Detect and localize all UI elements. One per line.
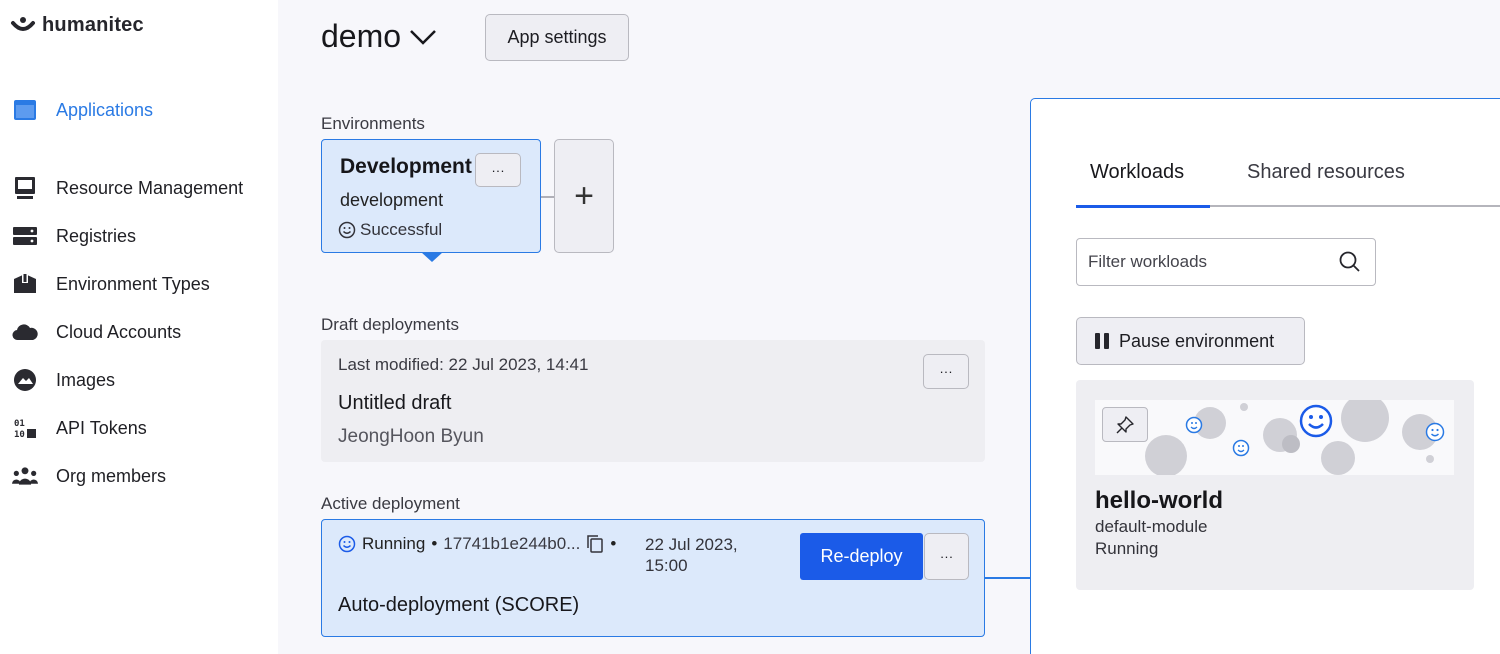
binary-icon: 01 10 xyxy=(12,415,38,441)
deployment-time-line: 15:00 xyxy=(645,556,688,575)
sidebar-item-cloud-accounts[interactable]: Cloud Accounts xyxy=(12,319,181,345)
sidebar-item-resource-management[interactable]: Resource Management xyxy=(12,175,243,201)
app-switcher[interactable]: demo xyxy=(321,18,437,55)
pin-workload-button[interactable] xyxy=(1102,407,1148,442)
draft-title: Untitled draft xyxy=(338,392,452,414)
draft-deployment-card[interactable]: Last modified: 22 Jul 2023, 14:41 Untitl… xyxy=(321,340,985,462)
app-settings-button[interactable]: App settings xyxy=(485,14,629,61)
sidebar-item-label: Registries xyxy=(56,225,137,246)
deployment-status: Running xyxy=(362,534,426,553)
sidebar-item-label: Environment Types xyxy=(56,273,210,294)
workload-module: default-module xyxy=(1095,517,1208,536)
draft-deployments-label: Draft deployments xyxy=(321,315,459,334)
cloud-icon xyxy=(12,319,38,345)
pause-environment-button[interactable]: Pause environment xyxy=(1076,317,1305,365)
add-environment-button[interactable]: + xyxy=(554,139,614,253)
tab-workloads[interactable]: Workloads xyxy=(1090,161,1184,184)
environment-status: Successful xyxy=(338,220,442,240)
svg-text:10: 10 xyxy=(14,430,25,439)
humanitec-logo[interactable]: humanitec xyxy=(10,14,144,37)
sidebar: humanitec Applications Resource Manageme… xyxy=(0,0,278,654)
environment-card-development[interactable]: Development development Successful ··· xyxy=(321,139,541,253)
copy-icon[interactable] xyxy=(586,534,604,554)
draft-author: JeongHoon Byun xyxy=(338,426,484,447)
panel-tabs: Workloads Shared resources xyxy=(1076,161,1500,208)
workload-visualization xyxy=(1095,400,1454,475)
monitor-icon xyxy=(12,175,38,201)
deployment-date: 22 Jul 2023, 15:00 xyxy=(645,534,738,576)
workload-card-hello-world[interactable]: hello-world default-module Running xyxy=(1076,380,1474,590)
deployment-hash: 17741b1e244b0... xyxy=(443,534,581,553)
pause-environment-label: Pause environment xyxy=(1119,330,1275,351)
environment-connector xyxy=(541,196,554,198)
pin-icon xyxy=(1116,415,1134,433)
image-icon xyxy=(12,367,38,393)
workload-status: Running xyxy=(1095,539,1159,558)
deployment-title: Auto-deployment (SCORE) xyxy=(338,594,580,616)
sidebar-item-label: Images xyxy=(56,369,116,390)
environment-slug: development xyxy=(340,190,444,210)
server-icon xyxy=(12,223,38,249)
selected-environment-pointer xyxy=(421,252,443,262)
sidebar-item-registries[interactable]: Registries xyxy=(12,223,136,249)
main-content: demo App settings Environments Developme… xyxy=(278,0,1500,654)
filter-workloads-field xyxy=(1076,238,1376,286)
tab-shared-resources[interactable]: Shared resources xyxy=(1247,161,1405,184)
sidebar-item-api-tokens[interactable]: 01 10 API Tokens xyxy=(12,415,147,441)
filter-workloads-input[interactable] xyxy=(1077,252,1327,272)
humanitec-logo-icon xyxy=(11,16,35,31)
brand-name: humanitec xyxy=(42,14,144,36)
bullet-separator: • xyxy=(610,534,617,553)
active-deployment-label: Active deployment xyxy=(321,494,460,513)
chevron-down-icon xyxy=(410,29,436,45)
sidebar-item-org-members[interactable]: Org members xyxy=(12,463,166,489)
environment-more-button[interactable]: ··· xyxy=(475,153,521,187)
smiley-icon xyxy=(338,221,356,239)
sidebar-item-label: API Tokens xyxy=(56,417,147,438)
smiley-icon xyxy=(338,535,356,553)
search-icon[interactable] xyxy=(1339,251,1361,273)
deployment-date-line: 22 Jul 2023, xyxy=(645,535,738,554)
sidebar-item-applications[interactable]: Applications xyxy=(12,97,153,123)
environment-detail-panel: Workloads Shared resources Pause environ… xyxy=(1030,98,1500,654)
environments-label: Environments xyxy=(321,114,425,133)
sidebar-item-label: Resource Management xyxy=(56,177,244,198)
environment-status-text: Successful xyxy=(360,220,443,239)
sidebar-item-label: Org members xyxy=(56,465,167,486)
svg-text:01: 01 xyxy=(14,419,25,429)
workload-name: hello-world xyxy=(1095,487,1223,514)
sidebar-item-images[interactable]: Images xyxy=(12,367,115,393)
environment-name: Development xyxy=(340,155,472,178)
people-icon xyxy=(12,463,38,489)
draft-last-modified: Last modified: 22 Jul 2023, 14:41 xyxy=(338,355,589,374)
active-deployment-card[interactable]: Running • 17741b1e244b0... • 22 Jul 2023… xyxy=(321,519,985,637)
redeploy-button[interactable]: Re-deploy xyxy=(800,533,923,580)
sidebar-item-environment-types[interactable]: Environment Types xyxy=(12,271,210,297)
bullet-separator: • xyxy=(431,534,438,553)
deployment-more-button[interactable]: ··· xyxy=(924,533,969,580)
draft-more-button[interactable]: ··· xyxy=(923,354,969,389)
box-icon xyxy=(12,271,38,297)
workload-bubbles xyxy=(1145,400,1445,475)
deployment-connector xyxy=(985,577,1031,579)
pause-icon xyxy=(1095,333,1109,349)
sidebar-item-label: Cloud Accounts xyxy=(56,321,182,342)
app-name: demo xyxy=(321,18,402,54)
applications-icon xyxy=(12,97,38,123)
deployment-status-row: Running • 17741b1e244b0... • xyxy=(338,534,616,554)
sidebar-item-label: Applications xyxy=(56,99,154,120)
active-tab-indicator xyxy=(1076,204,1210,208)
